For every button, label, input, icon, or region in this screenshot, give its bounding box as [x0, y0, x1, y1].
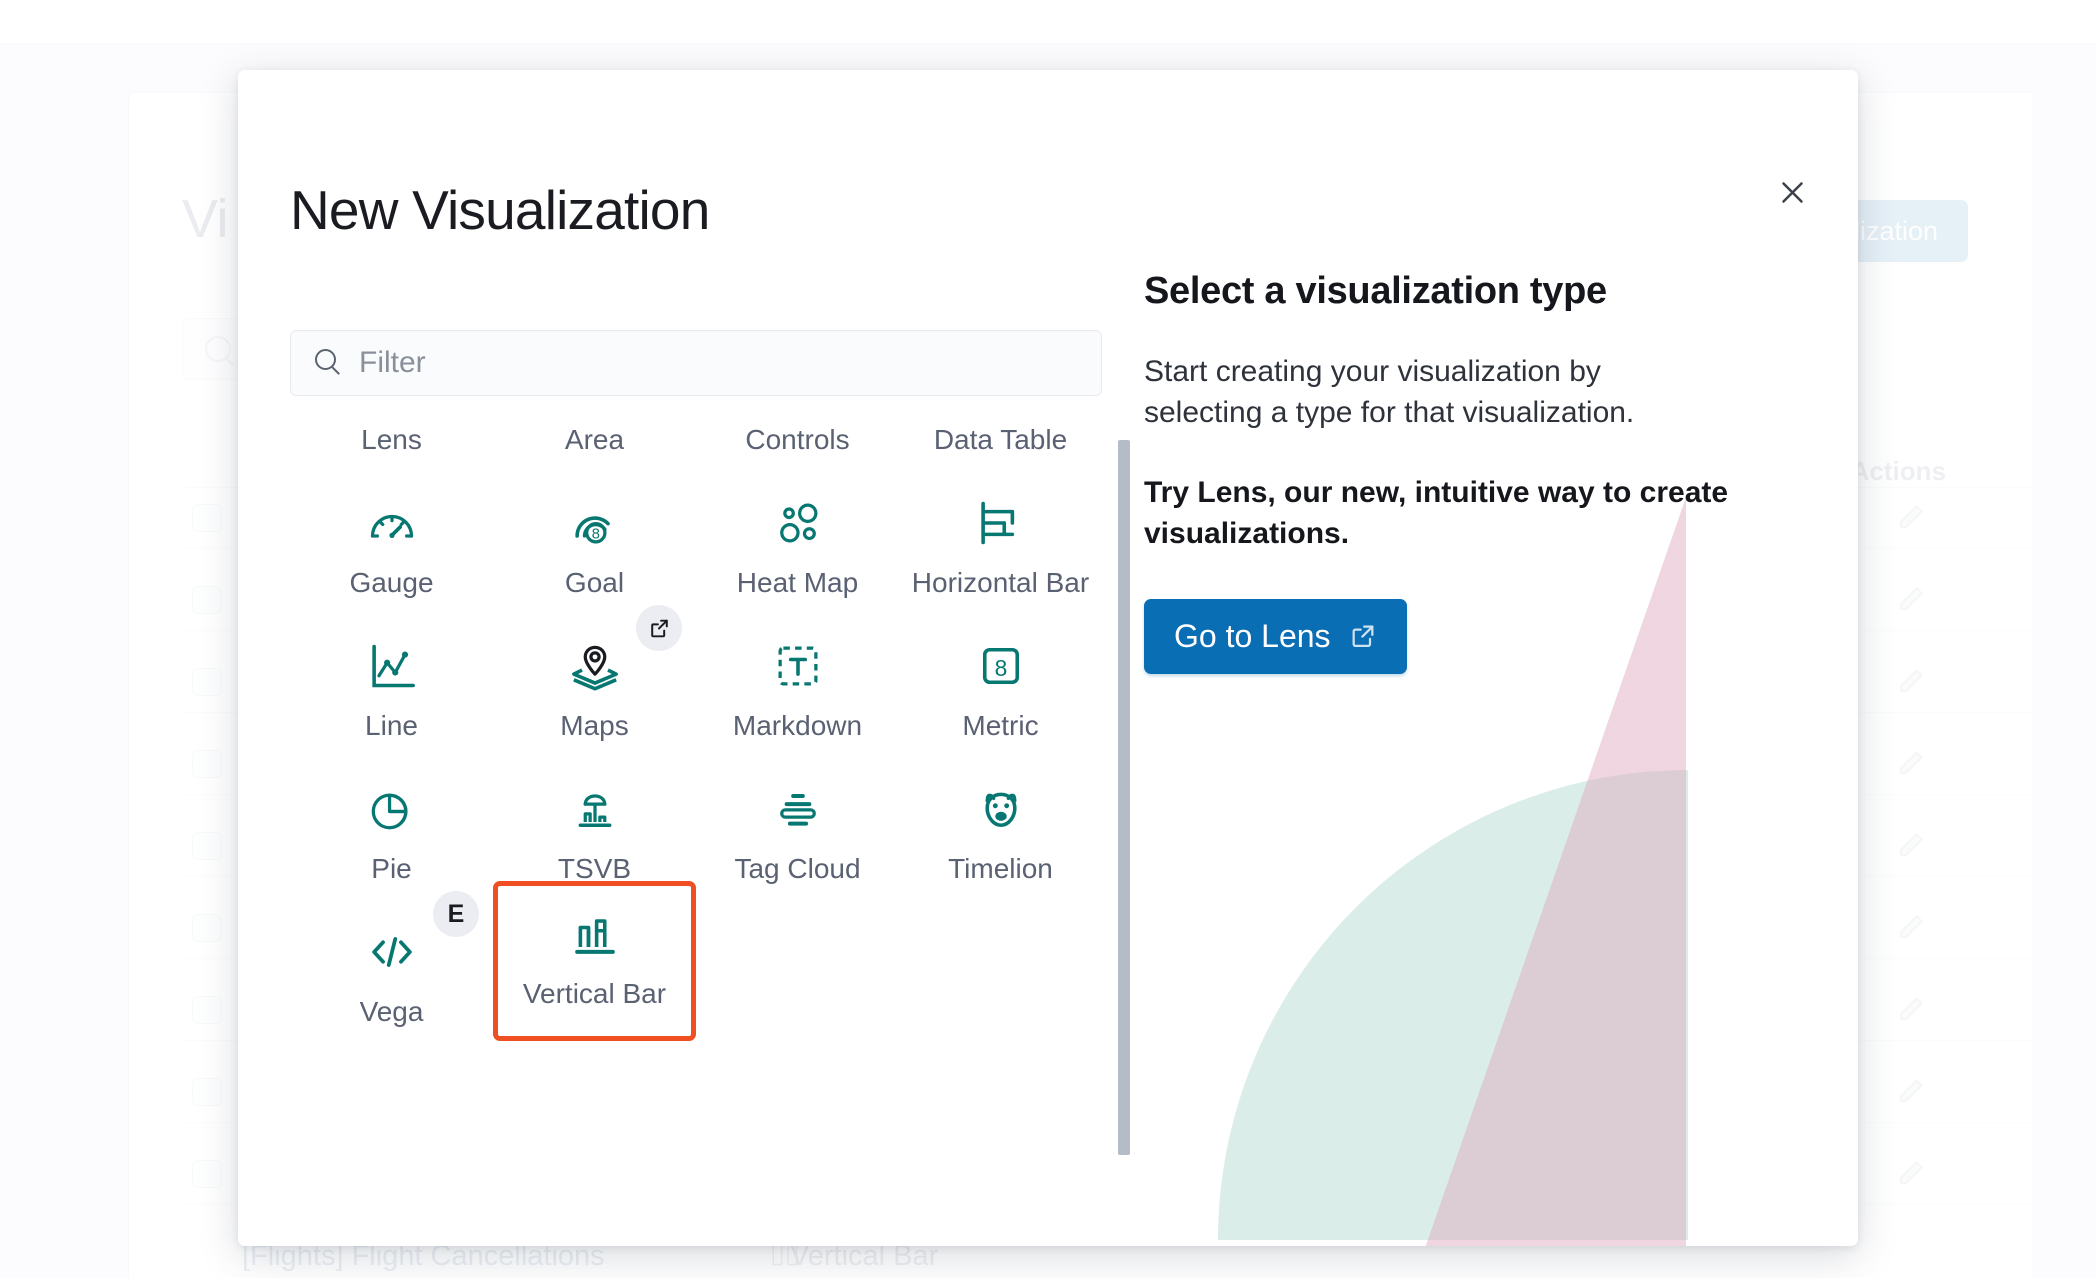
viz-type-label: Pie [371, 855, 411, 883]
line-icon [366, 640, 418, 692]
goal-icon: 8 [569, 497, 621, 549]
svg-text:8: 8 [994, 655, 1007, 681]
close-button[interactable] [1770, 170, 1814, 214]
viz-type-label: Tag Cloud [734, 855, 860, 883]
experimental-badge: E [433, 891, 479, 937]
filter-input[interactable] [359, 346, 1059, 380]
search-icon [315, 349, 343, 377]
viz-type-goal[interactable]: 8 Goal [493, 460, 696, 603]
go-to-lens-label: Go to Lens [1174, 618, 1331, 655]
viz-type-heat-map[interactable]: Heat Map [696, 460, 899, 603]
go-to-lens-button[interactable]: Go to Lens [1144, 599, 1407, 674]
viz-type-label: Goal [565, 569, 624, 597]
viz-type-label: Heat Map [737, 569, 858, 597]
new-visualization-modal: New Visualization Lens Area Controls Data T… [238, 70, 1858, 1246]
viz-type-lens[interactable]: Lens [290, 420, 493, 460]
external-link-badge-icon [636, 605, 682, 651]
tsvb-icon [569, 783, 621, 835]
scrollbar-thumb[interactable] [1118, 440, 1130, 1155]
timelion-icon [975, 783, 1027, 835]
info-panel: Select a visualization type Start creati… [1144, 270, 1784, 674]
viz-type-metric[interactable]: 8 Metric [899, 603, 1102, 746]
modal-title: New Visualization [290, 178, 710, 242]
viz-type-label: Data Table [934, 426, 1067, 454]
heat-map-icon [772, 497, 824, 549]
viz-type-tsvb[interactable]: TSVB [493, 746, 696, 889]
svg-text:8: 8 [591, 526, 599, 542]
viz-type-area[interactable]: Area [493, 420, 696, 460]
viz-type-label: Line [365, 712, 418, 740]
vertical-bar-icon [569, 908, 621, 960]
filter-field[interactable] [290, 330, 1102, 396]
viz-type-label: Horizontal Bar [912, 569, 1089, 597]
viz-type-tag-cloud[interactable]: Tag Cloud [696, 746, 899, 889]
viz-type-controls[interactable]: Controls [696, 420, 899, 460]
viz-type-label: Area [565, 426, 624, 454]
viz-type-label: Lens [361, 426, 422, 454]
scrollbar-track[interactable] [1118, 440, 1130, 1170]
external-link-icon [1349, 622, 1377, 650]
viz-type-data-table[interactable]: Data Table [899, 420, 1102, 460]
viz-type-label: Metric [962, 712, 1038, 740]
viz-type-label: TSVB [558, 855, 631, 883]
viz-type-pie[interactable]: Pie [290, 746, 493, 889]
markdown-icon [772, 640, 824, 692]
viz-type-label: Vega [360, 998, 424, 1026]
visualization-type-grid: Lens Area Controls Data Table Gauge 8 Goal Heat… [290, 420, 1102, 1041]
viz-type-maps[interactable]: Maps [493, 603, 696, 746]
info-panel-highlight: Try Lens, our new, intuitive way to crea… [1144, 472, 1744, 555]
viz-type-label: Controls [745, 426, 849, 454]
viz-type-vega[interactable]: Vega E [290, 889, 493, 1032]
gauge-icon [366, 497, 418, 549]
viz-type-label: Timelion [948, 855, 1053, 883]
viz-type-markdown[interactable]: Markdown [696, 603, 899, 746]
maps-icon [569, 640, 621, 692]
visualization-type-scroll-area[interactable]: Lens Area Controls Data Table Gauge 8 Goal Heat… [290, 420, 1102, 1176]
viz-type-gauge[interactable]: Gauge [290, 460, 493, 603]
info-panel-heading: Select a visualization type [1144, 270, 1784, 313]
info-panel-paragraph: Start creating your visualization by sel… [1144, 351, 1724, 434]
close-icon [1779, 179, 1806, 206]
viz-type-vertical-bar[interactable]: Vertical Bar [493, 881, 696, 1041]
viz-type-timelion[interactable]: Timelion [899, 746, 1102, 889]
metric-icon: 8 [975, 640, 1027, 692]
horizontal-bar-icon [975, 497, 1027, 549]
pie-icon [366, 783, 418, 835]
viz-type-horizontal-bar[interactable]: Horizontal Bar [899, 460, 1102, 603]
tag-cloud-icon [772, 783, 824, 835]
viz-type-label: Vertical Bar [523, 980, 666, 1008]
viz-type-label: Gauge [349, 569, 433, 597]
vega-icon [366, 926, 418, 978]
viz-type-label: Markdown [733, 712, 862, 740]
viz-type-label: Maps [560, 712, 628, 740]
visualization-picker-column: Lens Area Controls Data Table Gauge 8 Goal Heat… [290, 260, 1102, 1180]
decorative-mint-quarter-circle [1218, 770, 1688, 1240]
viz-type-line[interactable]: Line [290, 603, 493, 746]
